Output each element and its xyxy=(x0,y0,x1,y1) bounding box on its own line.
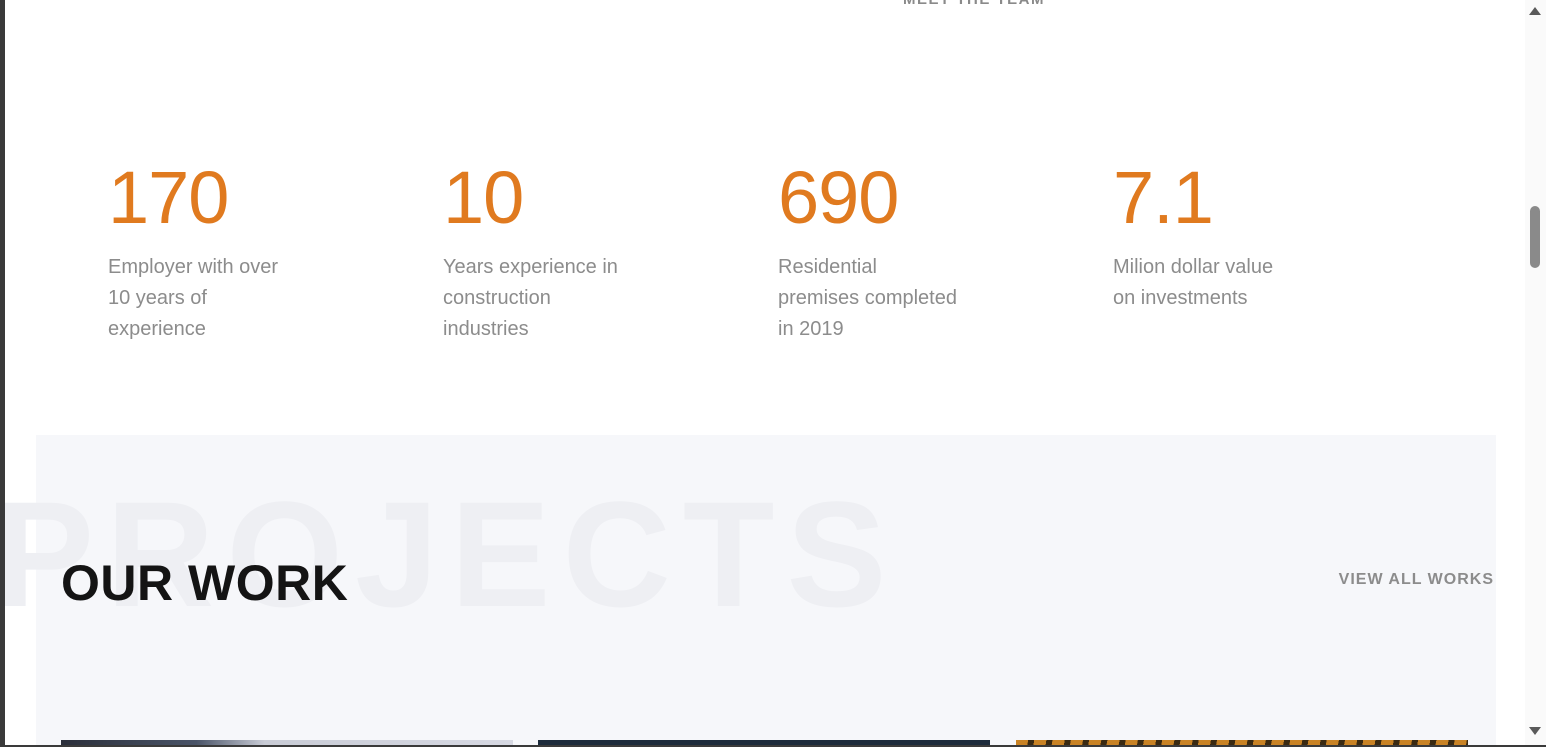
stat-description: Employer with over 10 years of experienc… xyxy=(108,256,279,340)
stat-residential-premises: 690 Residential premises completed in 20… xyxy=(778,158,1018,345)
stat-number: 170 xyxy=(108,156,229,239)
vertical-scrollbar[interactable] xyxy=(1525,0,1546,745)
projects-section: PROJECTS OUR WORK VIEW ALL WORKS xyxy=(5,435,1496,745)
stat-description: Milion dollar value on investments xyxy=(1113,256,1274,309)
stat-investments: 7.1 Milion dollar value on investments xyxy=(1113,158,1353,314)
stat-number: 7.1 xyxy=(1113,156,1214,239)
scroll-up-arrow-icon[interactable] xyxy=(1529,7,1541,15)
stat-number: 690 xyxy=(778,156,899,239)
section-title: OUR WORK xyxy=(61,555,349,611)
stat-number: 10 xyxy=(443,156,524,239)
scroll-down-arrow-icon[interactable] xyxy=(1529,727,1541,735)
stat-description: Years experience in construction industr… xyxy=(443,256,618,340)
scrollbar-thumb[interactable] xyxy=(1530,206,1540,268)
page-content: MEET THE TEAM 170 Employer with over 10 … xyxy=(5,0,1525,745)
stat-employers: 170 Employer with over 10 years of exper… xyxy=(108,158,348,345)
meet-the-team-link[interactable]: MEET THE TEAM xyxy=(903,0,1045,8)
view-all-works-link[interactable]: VIEW ALL WORKS xyxy=(1339,571,1494,589)
stat-years-experience: 10 Years experience in construction indu… xyxy=(443,158,683,345)
stat-description: Residential premises completed in 2019 xyxy=(778,256,957,340)
